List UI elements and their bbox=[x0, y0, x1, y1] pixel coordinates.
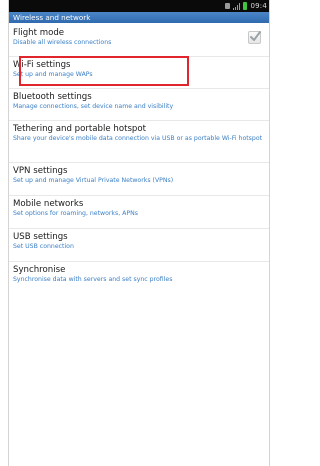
usb-settings-title: USB settings bbox=[13, 232, 68, 242]
signal-icon bbox=[233, 2, 241, 10]
tethering-item[interactable]: Tethering and portable hotspot Share you… bbox=[9, 121, 269, 163]
bluetooth-settings-subtitle: Manage connections, set device name and … bbox=[13, 103, 174, 110]
phone-screen: 09:4 Wireless and network Flight mode Di… bbox=[8, 0, 270, 466]
vpn-settings-item[interactable]: VPN settings Set up and manage Virtual P… bbox=[9, 163, 269, 196]
usb-settings-subtitle: Set USB connection bbox=[13, 243, 74, 250]
synchronise-item[interactable]: Synchronise Synchronise data with server… bbox=[9, 262, 269, 295]
battery-icon bbox=[243, 2, 248, 10]
mobile-networks-subtitle: Set options for roaming, networks, APNs bbox=[13, 210, 138, 217]
page-title: Wireless and network bbox=[9, 12, 269, 23]
tethering-title: Tethering and portable hotspot bbox=[13, 124, 147, 134]
wifi-settings-title: Wi-Fi settings bbox=[13, 60, 71, 70]
vpn-settings-subtitle: Set up and manage Virtual Private Networ… bbox=[13, 177, 174, 184]
mobile-networks-item[interactable]: Mobile networks Set options for roaming,… bbox=[9, 196, 269, 229]
synchronise-title: Synchronise bbox=[13, 265, 66, 275]
flight-mode-item[interactable]: Flight mode Disable all wireless connect… bbox=[9, 23, 269, 57]
bluetooth-settings-title: Bluetooth settings bbox=[13, 92, 92, 102]
vpn-settings-title: VPN settings bbox=[13, 166, 68, 176]
mobile-networks-title: Mobile networks bbox=[13, 199, 84, 209]
synchronise-subtitle: Synchronise data with servers and set sy… bbox=[13, 276, 173, 283]
sim-icon bbox=[225, 3, 231, 9]
flight-mode-title: Flight mode bbox=[13, 28, 65, 38]
status-time: 09:4 bbox=[250, 2, 267, 10]
wifi-settings-item[interactable]: Wi-Fi settings Set up and manage WAPs bbox=[9, 57, 269, 89]
status-bar: 09:4 bbox=[9, 0, 269, 12]
flight-mode-subtitle: Disable all wireless connections bbox=[13, 39, 112, 46]
settings-list: Flight mode Disable all wireless connect… bbox=[9, 23, 269, 295]
bluetooth-settings-item[interactable]: Bluetooth settings Manage connections, s… bbox=[9, 89, 269, 121]
checkbox-icon[interactable] bbox=[248, 31, 261, 44]
tethering-subtitle: Share your device's mobile data connecti… bbox=[13, 135, 263, 142]
usb-settings-item[interactable]: USB settings Set USB connection bbox=[9, 229, 269, 262]
wifi-settings-subtitle: Set up and manage WAPs bbox=[13, 71, 93, 78]
